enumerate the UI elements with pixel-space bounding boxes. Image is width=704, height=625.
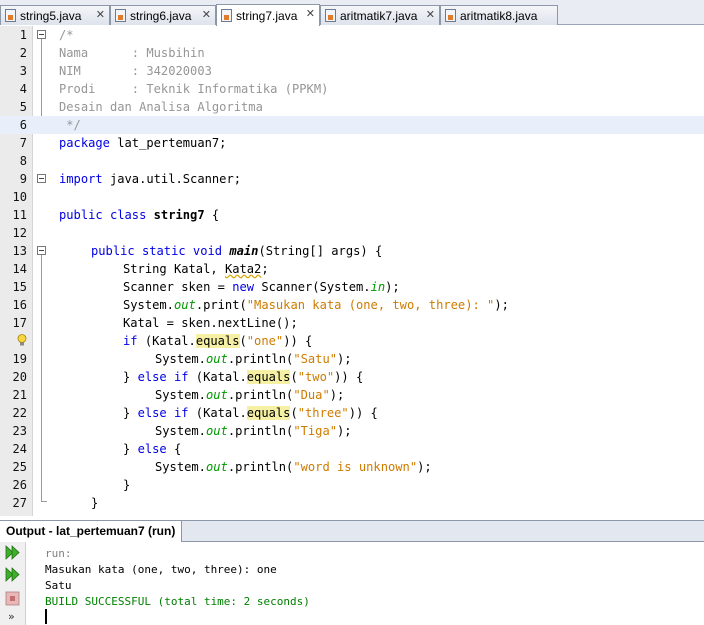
editor-tab-bar: string5.java ✕ string6.java ✕ string7.ja… — [0, 0, 704, 26]
code-line: 9 import java.util.Scanner; — [19, 172, 242, 186]
tab-label: string7.java — [236, 8, 298, 23]
close-icon[interactable]: ✕ — [96, 8, 105, 21]
java-file-icon — [5, 9, 16, 22]
code-line: 22} else if (Katal.equals("three")) { — [12, 406, 378, 420]
code-line: 19 System.out.println("Satu"); — [12, 352, 352, 366]
output-line: Satu — [45, 579, 72, 592]
code-editor[interactable]: 1/* 2 Nama : Musbihin 3 NIM : 342020003 4P… — [0, 26, 704, 516]
code-line: 15 Scanner sken = new Scanner(System.in); — [12, 280, 400, 294]
code-line: 17 Katal = sken.nextLine(); — [12, 316, 298, 330]
output-console[interactable]: » run: Masukan kata (one, two, three): o… — [0, 542, 704, 625]
code-line: 1/* — [19, 28, 74, 42]
close-icon[interactable]: ✕ — [202, 8, 211, 21]
close-icon[interactable]: ✕ — [306, 7, 315, 20]
code-line: 23 System.out.println("Tiga"); — [12, 424, 352, 438]
code-line: 18if (Katal.equals("one")) { — [123, 334, 313, 348]
tab-label: string5.java — [20, 8, 82, 23]
more-actions-button[interactable]: » — [8, 610, 15, 623]
code-line: 26} — [12, 478, 131, 492]
code-line: 3 NIM : 342020003 — [19, 64, 212, 78]
tab-aritmatik7[interactable]: aritmatik7.java ✕ — [320, 5, 440, 25]
output-line: Masukan kata (one, two, three): one — [45, 563, 277, 576]
code-line: 14 String Katal, Kata2; — [12, 262, 269, 276]
tab-label: aritmatik7.java — [340, 8, 418, 23]
tab-string5[interactable]: string5.java ✕ — [0, 5, 110, 25]
output-tab[interactable]: Output - lat_pertemuan7 (run) — [0, 521, 183, 542]
code-line: 11 public class string7 { — [12, 208, 220, 222]
code-line: 5 Desain dan Analisa Algoritma — [19, 100, 263, 114]
code-line: 20} else if (Katal.equals("two")) { — [12, 370, 364, 384]
tab-label: string6.java — [130, 8, 192, 23]
close-icon[interactable]: ✕ — [426, 8, 435, 21]
rerun-icon[interactable] — [4, 544, 21, 561]
code-line-current: 6 */ — [0, 116, 704, 134]
code-line: 27} — [12, 496, 99, 510]
output-line: run: — [45, 547, 72, 560]
code-line: 16 System.out.print("Masukan kata (one, t… — [12, 298, 509, 312]
output-toolbar: » — [0, 542, 26, 625]
java-file-icon — [325, 9, 336, 22]
output-line: BUILD SUCCESSFUL (total time: 2 seconds) — [45, 595, 310, 608]
code-line: 21 System.out.println("Dua"); — [12, 388, 345, 402]
tab-string6[interactable]: string6.java ✕ — [110, 5, 216, 25]
code-line: 13 public static void main(String[] args)… — [12, 244, 383, 258]
code-line: 24} else { — [12, 442, 182, 456]
output-panel-header: Output - lat_pertemuan7 (run) — [0, 520, 704, 542]
tab-string7[interactable]: string7.java ✕ — [216, 4, 320, 26]
java-file-icon — [115, 9, 126, 22]
code-line: 7 package lat_pertemuan7; — [19, 136, 227, 150]
code-line: 12 — [12, 226, 27, 240]
rerun-with-options-icon[interactable] — [4, 566, 21, 583]
code-line: 10 — [12, 190, 27, 204]
tab-label: aritmatik8.java — [460, 8, 538, 23]
code-line: 8 — [19, 154, 27, 168]
code-line: 4 Prodi : Teknik Informatika (PPKM) — [19, 82, 329, 96]
text-caret — [45, 609, 47, 624]
code-line: 25 System.out.println("word is unknown"); — [12, 460, 432, 474]
tab-aritmatik8[interactable]: aritmatik8.java — [440, 5, 558, 25]
stop-icon[interactable] — [4, 590, 21, 607]
code-line: 2 Nama : Musbihin — [19, 46, 205, 60]
java-file-icon — [445, 9, 456, 22]
java-file-icon — [221, 9, 232, 22]
